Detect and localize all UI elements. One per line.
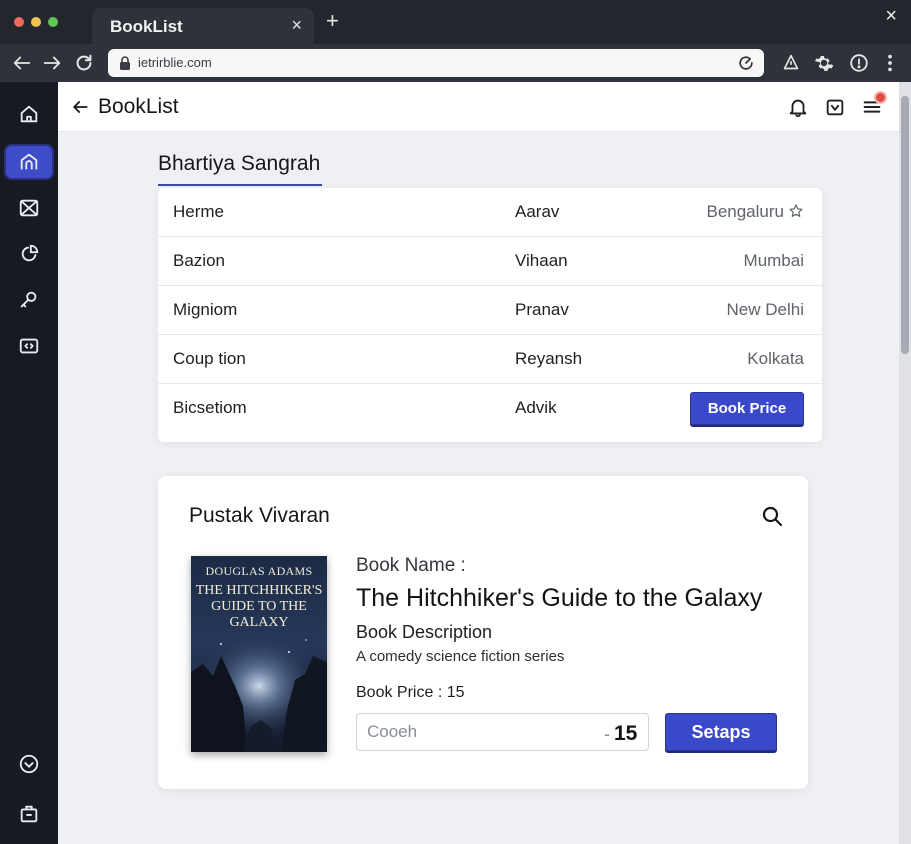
cover-title: THE HITCHHIKER'S GUIDE TO THE GALAXY [195,583,323,630]
rail-home[interactable] [4,96,54,132]
book-name-label: Book Name : [356,555,466,576]
forward-icon[interactable] [41,52,63,74]
app-rail [0,82,58,844]
tab-title: BookList [110,17,183,36]
book-price-button[interactable]: Book Price [690,392,804,425]
rail-mail[interactable] [4,190,54,226]
book-cover-image: DOUGLAS ADAMS THE HITCHHIKER'S GUIDE TO … [191,556,327,752]
book-price-label: Book Price : 15 [356,684,465,701]
book-name: Herme [173,202,225,221]
lock-icon [120,56,130,70]
reload-icon[interactable] [73,52,95,74]
back-icon[interactable] [11,52,33,74]
table-row[interactable]: Herme Aarav Bengaluru [158,188,822,237]
submit-button[interactable]: Setaps [665,713,777,751]
book-author: Aarav [515,202,560,221]
window-minimize-dot[interactable] [31,17,41,27]
home-icon [20,105,38,123]
site-info-icon[interactable] [736,53,756,73]
table-row[interactable]: Bicsetiom Advik Book Price [158,384,822,433]
profile-icon[interactable] [780,52,802,74]
pie-chart-icon [21,244,39,262]
tab-close-icon[interactable]: × [291,15,302,36]
app-header: BookList [58,82,899,132]
table-row[interactable]: Coup tion Reyansh Kolkata [158,335,822,384]
book-city: New Delhi [726,300,804,319]
rail-files[interactable] [4,796,54,832]
section-underline [158,184,322,186]
star-icon[interactable] [788,203,804,219]
window-close-icon[interactable]: × [885,5,897,28]
bell-icon[interactable] [787,96,809,118]
book-description-value: A comedy science fiction series [356,648,565,665]
rail-reports[interactable] [4,236,54,272]
library-arch-icon [20,153,38,170]
book-name: Migniom [173,300,238,319]
briefcase-icon [20,805,38,823]
book-name: Bicsetiom [173,398,247,417]
rail-code[interactable] [4,328,54,364]
quantity-dash: - [604,724,610,744]
chevron-circle-icon [19,754,39,774]
key-icon [20,291,37,308]
app-title: BookList [98,95,179,118]
code-window-icon [19,338,39,354]
book-list-card: Herme Aarav Bengaluru Bazion Vihaan Mumb… [158,188,822,442]
book-detail-card: Pustak Vivaran DOUGLAS ADAMS THE HITCHHI… [158,476,808,789]
window-maximize-dot[interactable] [48,17,58,27]
settings-gear-icon[interactable] [813,52,835,74]
search-icon[interactable] [760,504,784,528]
book-city: Kolkata [747,349,804,368]
cover-landscape-art [191,632,327,752]
bag-icon[interactable] [824,96,846,118]
book-name-value: The Hitchhiker's Guide to the Galaxy [356,584,763,612]
book-author: Advik [515,398,557,417]
book-name: Coup tion [173,349,246,368]
mail-icon [19,199,39,217]
cover-author: DOUGLAS ADAMS [205,564,313,578]
book-author: Vihaan [515,251,568,270]
page-content: BookList Bhartiya Sangrah Herme Aarav Be… [58,82,899,844]
rail-library[interactable] [4,144,54,180]
address-bar[interactable]: ietrirblie.com [108,49,764,77]
scrollbar-thumb[interactable] [901,96,909,354]
notification-badge [874,91,887,104]
book-city: Bengaluru [706,202,804,222]
browser-titlebar: BookList × + × [0,0,911,44]
book-description-label: Book Description [356,622,493,642]
table-row[interactable]: Bazion Vihaan Mumbai [158,237,822,286]
url-text: ietrirblie.com [138,55,212,70]
quantity-value: 15 [614,722,638,745]
list-section-title: Bhartiya Sangrah [158,152,321,175]
more-menu-icon[interactable] [879,52,901,74]
rail-search[interactable] [4,282,54,318]
new-tab-icon[interactable]: + [326,10,339,32]
book-name: Bazion [173,251,225,270]
page-scrollbar[interactable] [899,82,911,844]
info-icon[interactable] [848,52,870,74]
window-close-dot[interactable] [14,17,24,27]
book-city-label: Bengaluru [706,202,784,221]
rail-downloads[interactable] [4,746,54,782]
book-city: Mumbai [743,251,804,270]
browser-tab[interactable]: BookList × [92,8,314,44]
book-author: Pranav [515,300,569,319]
back-arrow-icon[interactable] [70,97,90,117]
book-author: Reyansh [515,349,583,368]
table-row[interactable]: Migniom Pranav New Delhi [158,286,822,335]
browser-toolbar: ietrirblie.com [0,44,911,82]
detail-title: Pustak Vivaran [189,504,330,527]
